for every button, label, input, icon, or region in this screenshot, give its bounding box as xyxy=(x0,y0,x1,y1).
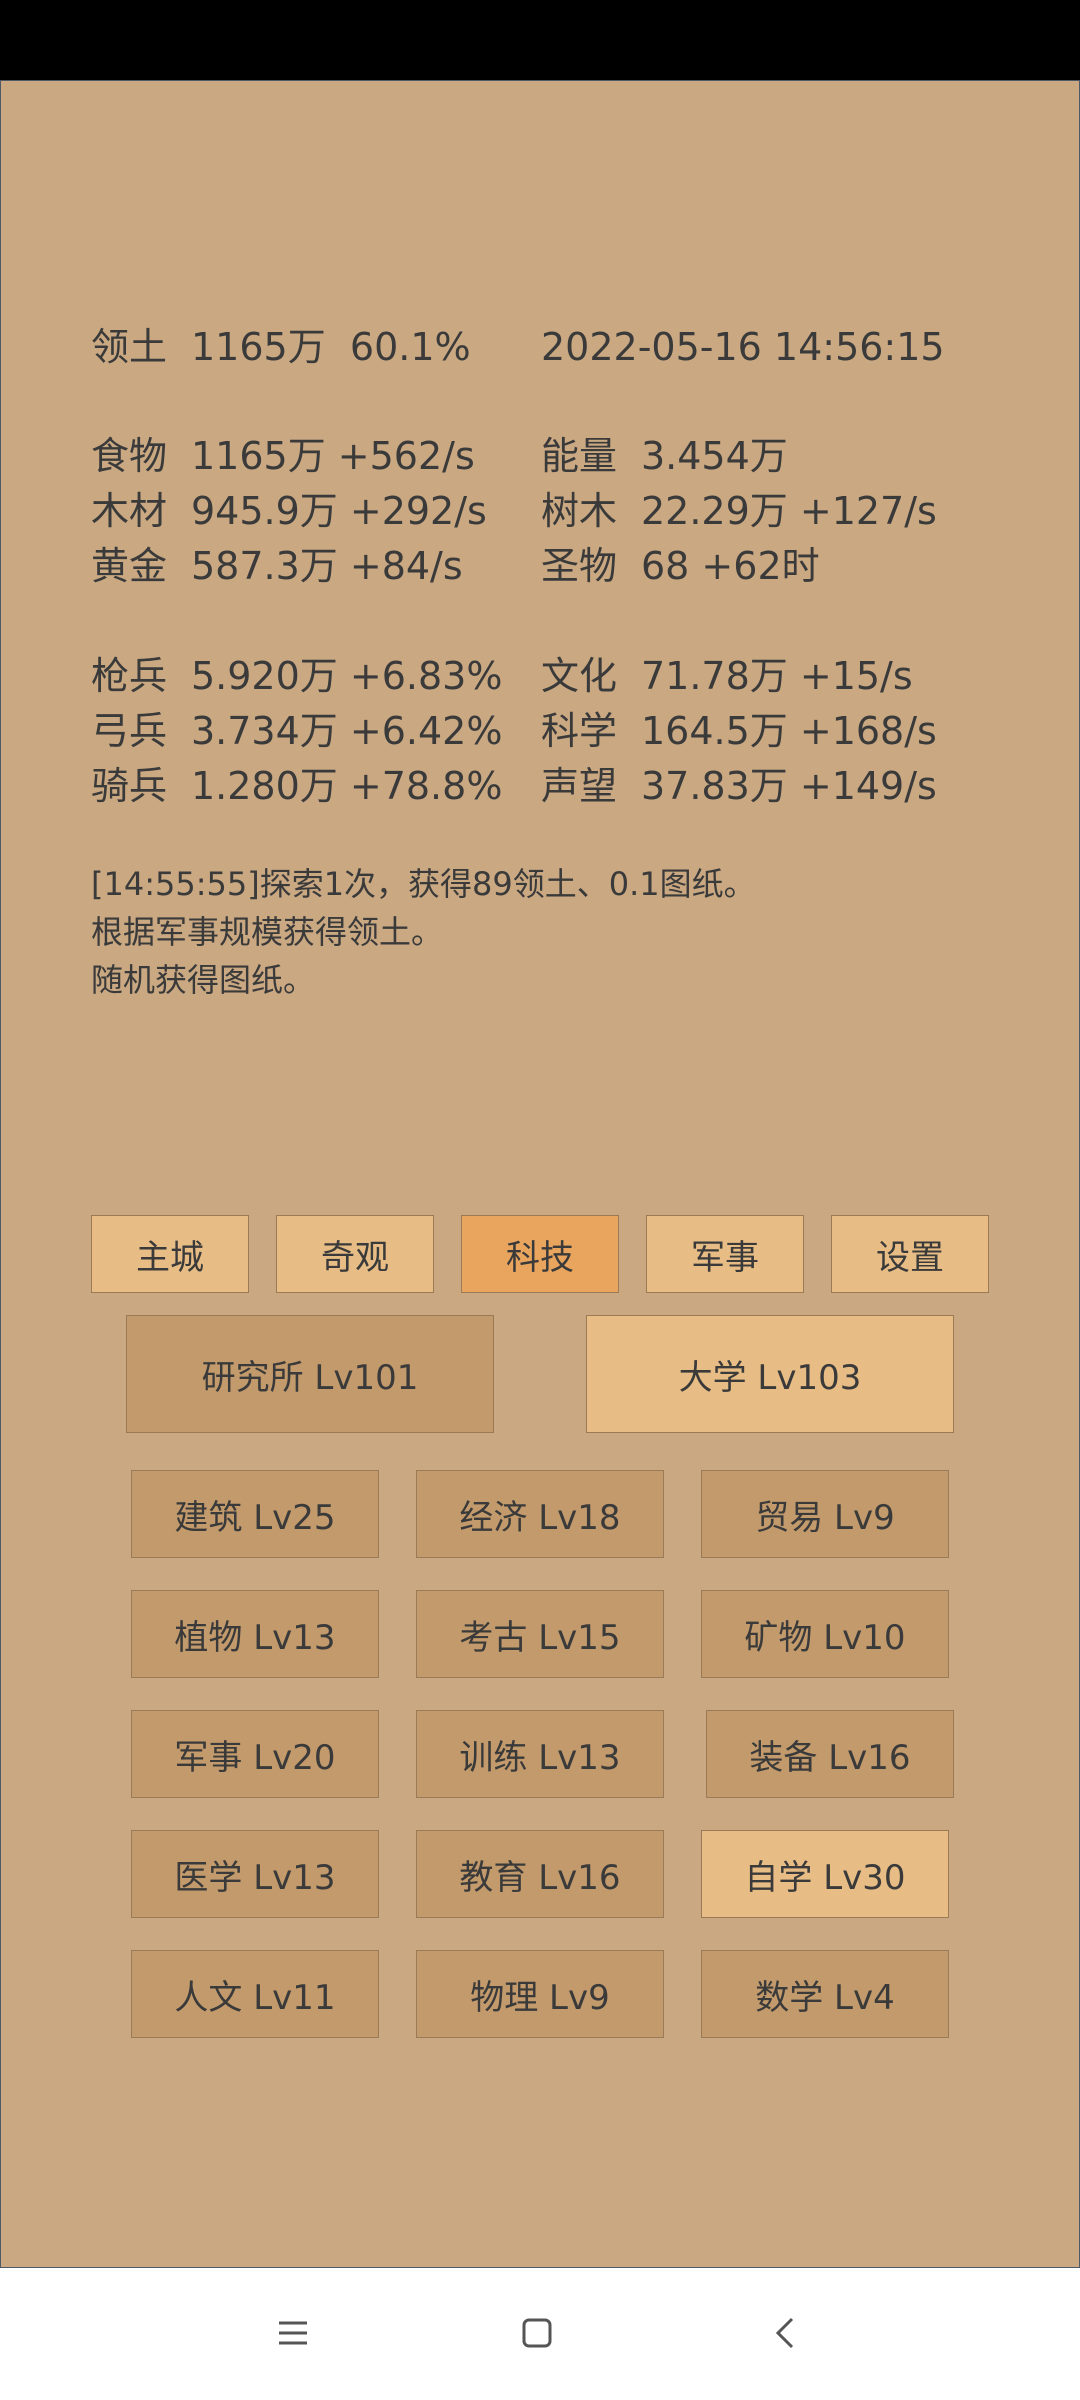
territory-row: 领土 1165万 60.1% xyxy=(91,324,471,370)
unit-label: 枪兵 xyxy=(91,654,168,698)
tab-settings[interactable]: 设置 xyxy=(831,1215,989,1293)
resource-value: 945.9万 +292/s xyxy=(191,489,487,533)
back-chevron-icon[interactable] xyxy=(760,2308,810,2358)
stat-label: 声望 xyxy=(541,764,618,808)
tech-equipment-button[interactable]: 装备 Lv16 xyxy=(706,1710,954,1798)
tech-mathematics-button[interactable]: 数学 Lv4 xyxy=(701,1950,949,2038)
tech-trade-button[interactable]: 贸易 Lv9 xyxy=(701,1470,949,1558)
resource-gold: 黄金 587.3万 +84/s xyxy=(91,543,463,589)
log-line: [14:55:55]探索1次，获得89领土、0.1图纸。 xyxy=(91,865,756,903)
resource-value: 1165万 +562/s xyxy=(191,434,475,478)
tech-military-button[interactable]: 军事 Lv20 xyxy=(131,1710,379,1798)
resource-relics: 圣物 68 +62时 xyxy=(541,543,820,589)
resource-value: 3.454万 xyxy=(641,434,788,478)
unit-archers: 弓兵 3.734万 +6.42% xyxy=(91,708,502,754)
resource-label: 能量 xyxy=(541,434,618,478)
unit-label: 弓兵 xyxy=(91,709,168,753)
tech-minerals-button[interactable]: 矿物 Lv10 xyxy=(701,1590,949,1678)
tab-main-city[interactable]: 主城 xyxy=(91,1215,249,1293)
home-square-icon[interactable] xyxy=(512,2308,562,2358)
stat-value: 37.83万 +149/s xyxy=(641,764,937,808)
tech-archaeology-button[interactable]: 考古 Lv15 xyxy=(416,1590,664,1678)
resource-label: 树木 xyxy=(541,489,618,533)
resource-value: 22.29万 +127/s xyxy=(641,489,937,533)
menu-icon[interactable] xyxy=(268,2308,318,2358)
resource-label: 圣物 xyxy=(541,544,618,588)
territory-label: 领土 xyxy=(91,325,168,369)
research-institute-button[interactable]: 研究所 Lv101 xyxy=(126,1315,494,1433)
navigation-bar xyxy=(0,2268,1080,2400)
tab-technology[interactable]: 科技 xyxy=(461,1215,619,1293)
resource-value: 68 +62时 xyxy=(641,544,820,588)
stat-culture: 文化 71.78万 +15/s xyxy=(541,653,913,699)
stat-value: 71.78万 +15/s xyxy=(641,654,913,698)
unit-spearmen: 枪兵 5.920万 +6.83% xyxy=(91,653,502,699)
tab-military[interactable]: 军事 xyxy=(646,1215,804,1293)
stat-prestige: 声望 37.83万 +149/s xyxy=(541,763,937,809)
tech-botany-button[interactable]: 植物 Lv13 xyxy=(131,1590,379,1678)
status-bar xyxy=(0,0,1080,80)
log-line: 随机获得图纸。 xyxy=(91,961,316,999)
resource-value: 587.3万 +84/s xyxy=(191,544,463,588)
tech-self-study-button[interactable]: 自学 Lv30 xyxy=(701,1830,949,1918)
tab-wonders[interactable]: 奇观 xyxy=(276,1215,434,1293)
game-panel: 领土 1165万 60.1% 2022-05-16 14:56:15 食物 1165… xyxy=(0,80,1080,2268)
tech-humanities-button[interactable]: 人文 Lv11 xyxy=(131,1950,379,2038)
tech-education-button[interactable]: 教育 Lv16 xyxy=(416,1830,664,1918)
resource-label: 木材 xyxy=(91,489,168,533)
territory-value: 1165万 xyxy=(191,325,326,369)
resource-label: 黄金 xyxy=(91,544,168,588)
unit-cavalry: 骑兵 1.280万 +78.8% xyxy=(91,763,502,809)
university-button[interactable]: 大学 Lv103 xyxy=(586,1315,954,1433)
resource-food: 食物 1165万 +562/s xyxy=(91,433,475,479)
resource-wood: 木材 945.9万 +292/s xyxy=(91,488,487,534)
tech-training-button[interactable]: 训练 Lv13 xyxy=(416,1710,664,1798)
resource-trees: 树木 22.29万 +127/s xyxy=(541,488,937,534)
tech-physics-button[interactable]: 物理 Lv9 xyxy=(416,1950,664,2038)
unit-label: 骑兵 xyxy=(91,764,168,808)
unit-value: 5.920万 +6.83% xyxy=(191,654,503,698)
tech-architecture-button[interactable]: 建筑 Lv25 xyxy=(131,1470,379,1558)
unit-value: 1.280万 +78.8% xyxy=(191,764,503,808)
game-datetime: 2022-05-16 14:56:15 xyxy=(541,325,945,369)
log-line: 根据军事规模获得领土。 xyxy=(91,913,444,951)
tech-medicine-button[interactable]: 医学 Lv13 xyxy=(131,1830,379,1918)
tech-economy-button[interactable]: 经济 Lv18 xyxy=(416,1470,664,1558)
resource-label: 食物 xyxy=(91,434,168,478)
stat-value: 164.5万 +168/s xyxy=(641,709,937,753)
stat-label: 科学 xyxy=(541,709,618,753)
stat-science: 科学 164.5万 +168/s xyxy=(541,708,937,754)
territory-percent: 60.1% xyxy=(349,325,471,369)
stat-label: 文化 xyxy=(541,654,618,698)
unit-value: 3.734万 +6.42% xyxy=(191,709,503,753)
resource-energy: 能量 3.454万 xyxy=(541,433,788,479)
